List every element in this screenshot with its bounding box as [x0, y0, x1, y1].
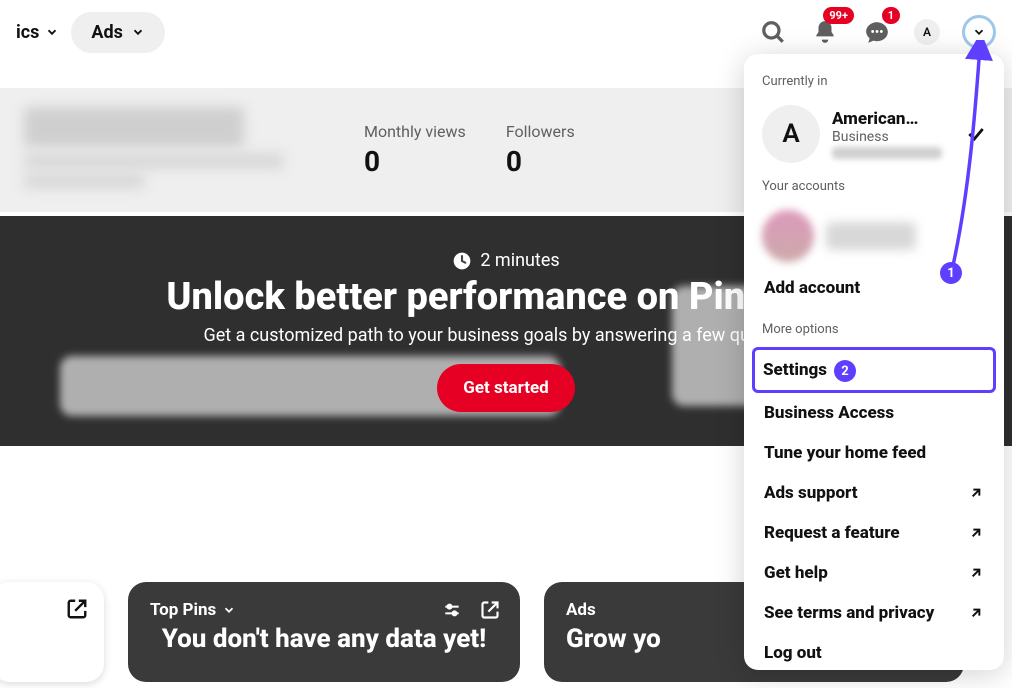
checkmark-icon: [966, 124, 986, 144]
account-type: Business: [832, 129, 942, 145]
other-account-row[interactable]: [756, 204, 992, 268]
messages-button[interactable]: 1: [862, 17, 892, 47]
stat-monthly-views: Monthly views 0: [364, 122, 466, 178]
settings-highlight: Settings: [752, 347, 996, 393]
hero-subtitle: Get a customized path to your business g…: [203, 325, 808, 346]
account-email-blurred: [832, 147, 942, 159]
search-icon: [760, 19, 786, 45]
menu-item-ads-support[interactable]: Ads support: [756, 473, 992, 513]
stat-value: 0: [506, 145, 575, 178]
account-menu-button[interactable]: [962, 15, 996, 49]
sliders-icon[interactable]: [442, 600, 462, 620]
stat-label: Monthly views: [364, 122, 466, 141]
account-name: American…: [832, 109, 942, 129]
menu-label: Request a feature: [764, 523, 900, 543]
share-card[interactable]: [0, 582, 104, 682]
other-account-name-blurred: [826, 222, 916, 250]
annotation-badge-2: 2: [834, 360, 856, 382]
section-label-more-options: More options: [756, 308, 992, 347]
card-actions: [442, 600, 500, 620]
top-nav-left: ics Ads: [16, 12, 165, 53]
notifications-button[interactable]: 99+: [810, 17, 840, 47]
chevron-down-icon: [222, 603, 236, 617]
external-link-icon[interactable]: [480, 600, 500, 620]
notifications-badge: 99+: [823, 7, 854, 24]
menu-item-log-out[interactable]: Log out: [756, 633, 992, 670]
account-dropdown: Currently in A American… Business Your a…: [744, 54, 1004, 670]
stat-value: 0: [364, 145, 466, 178]
menu-label: Settings: [763, 360, 827, 380]
menu-label: See terms and privacy: [764, 603, 934, 623]
section-label-currently-in: Currently in: [756, 72, 992, 99]
menu-item-get-help[interactable]: Get help: [756, 553, 992, 593]
nav-item-ads[interactable]: Ads: [71, 12, 164, 53]
menu-label: Ads support: [764, 483, 858, 503]
profile-identity-blurred: [24, 107, 284, 193]
messages-badge: 1: [882, 7, 900, 24]
menu-item-business-access[interactable]: Business Access: [756, 393, 992, 433]
hero-duration: 2 minutes: [452, 250, 559, 271]
search-button[interactable]: [758, 17, 788, 47]
current-account-row[interactable]: A American… Business: [756, 99, 992, 177]
menu-item-tune-feed[interactable]: Tune your home feed: [756, 433, 992, 473]
avatar-letter: A: [782, 119, 799, 149]
menu-label: Get help: [764, 563, 828, 583]
avatar-letter: A: [923, 25, 931, 39]
account-avatar: A: [762, 105, 820, 163]
top-pins-card[interactable]: Top Pins You don't have any data yet!: [128, 582, 520, 682]
annotation-badge-1: 1: [940, 262, 962, 284]
other-account-avatar: [762, 210, 814, 262]
chevron-down-icon: [131, 25, 145, 39]
profile-avatar[interactable]: A: [914, 19, 940, 45]
external-link-icon: [968, 605, 984, 621]
nav-label: Ads: [91, 22, 122, 43]
stat-label: Followers: [506, 122, 575, 141]
stat-followers: Followers 0: [506, 122, 575, 178]
chevron-down-icon: [972, 25, 986, 39]
external-link-icon: [968, 525, 984, 541]
menu-item-request-feature[interactable]: Request a feature: [756, 513, 992, 553]
no-data-message: You don't have any data yet!: [150, 624, 498, 654]
external-link-icon: [66, 598, 88, 620]
external-link-icon: [968, 565, 984, 581]
menu-item-settings[interactable]: Settings: [755, 350, 993, 390]
menu-label: Business Access: [764, 403, 894, 423]
menu-label: Add account: [764, 278, 860, 298]
top-nav-right: 99+ 1 A: [758, 15, 996, 49]
menu-label: Tune your home feed: [764, 443, 926, 463]
external-link-icon: [968, 485, 984, 501]
card-title-text: Top Pins: [150, 600, 216, 620]
get-started-button[interactable]: Get started: [437, 364, 574, 412]
menu-label: Log out: [764, 643, 822, 663]
clock-icon: [452, 251, 472, 271]
account-meta: American… Business: [832, 109, 942, 159]
menu-item-see-terms[interactable]: See terms and privacy: [756, 593, 992, 633]
nav-label: ics: [16, 22, 39, 43]
chevron-down-icon: [45, 25, 59, 39]
nav-item-analytics-fragment[interactable]: ics: [16, 22, 59, 43]
hero-duration-text: 2 minutes: [480, 250, 559, 271]
section-label-your-accounts: Your accounts: [756, 177, 992, 204]
